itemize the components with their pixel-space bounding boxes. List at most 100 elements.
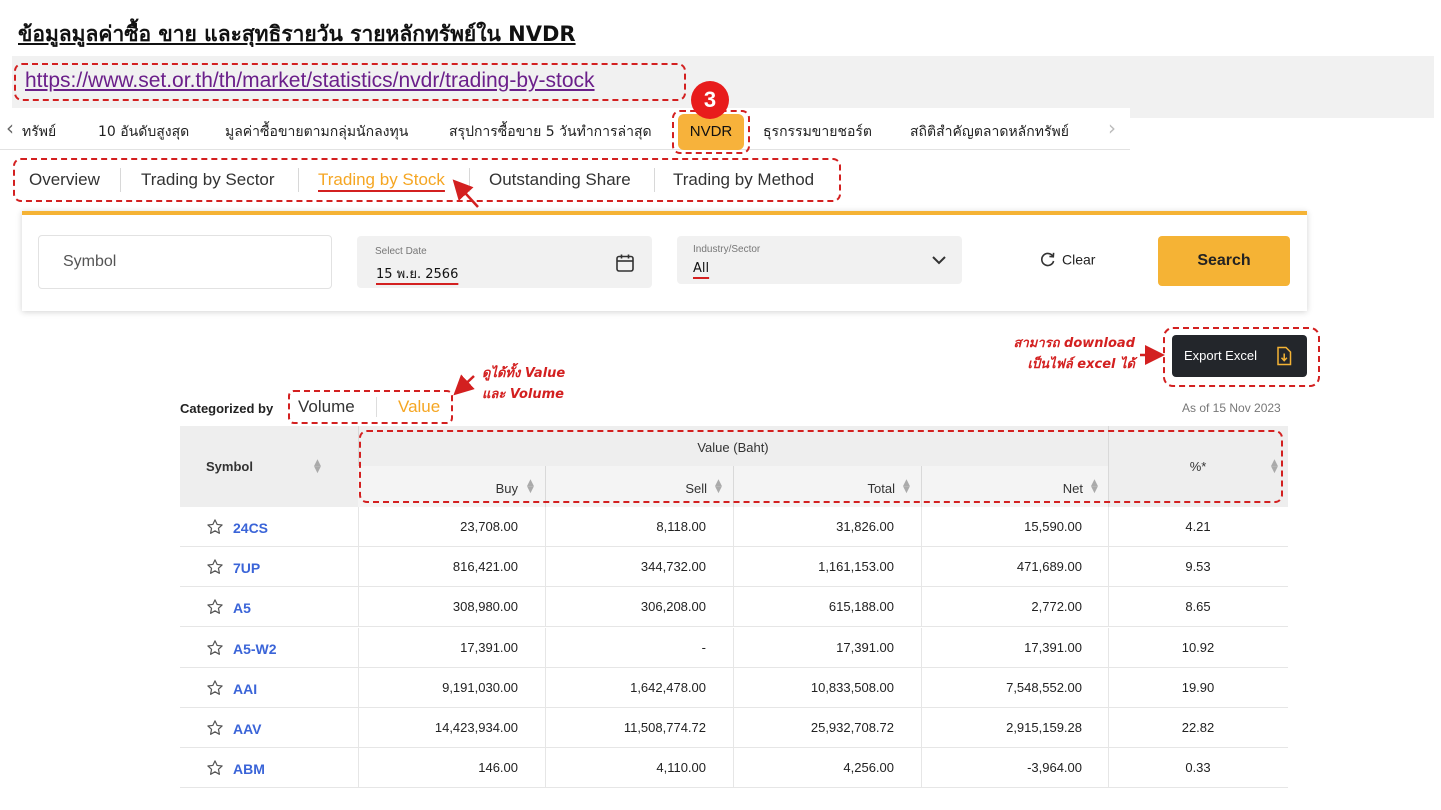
symbol-link[interactable]: 24CS [233,520,268,536]
table-row[interactable]: 24CS 23,708.00 8,118.00 31,826.00 15,590.00 4… [180,507,1288,547]
tab-divider [469,168,470,192]
toggle-volume[interactable]: Volume [298,397,355,417]
star-icon[interactable] [206,679,224,697]
date-picker[interactable]: Select Date 15 พ.ย. 2566 [357,236,652,288]
cell-total: 25,932,708.72 [810,720,894,735]
industry-sector-select[interactable]: Industry/Sector All [677,236,962,284]
tab-trading-by-method[interactable]: Trading by Method [673,170,814,190]
table-row[interactable]: A5 308,980.00 306,208.00 615,188.00 2,772.00… [180,587,1288,628]
symbol-link[interactable]: AAI [233,681,257,697]
menu-item-top-10[interactable]: 10 อันดับสูงสุด [98,121,189,143]
table-row[interactable]: ABM 146.00 4,110.00 4,256.00 -3,964.00 0.33 [180,748,1288,789]
excel-file-icon [1277,346,1292,366]
header-symbol[interactable]: Symbol [206,459,253,474]
chevron-right-icon[interactable]: › [1108,118,1116,138]
cell-sell: 8,118.00 [656,519,706,534]
cell-total: 31,826.00 [836,519,894,534]
cell-sell: 344,732.00 [640,559,706,575]
cell-buy: 816,421.00 [452,559,518,575]
star-icon[interactable] [206,639,224,657]
star-icon[interactable] [206,719,224,737]
step-badge: 3 [691,81,729,119]
symbol-link[interactable]: AAV [233,721,262,737]
tab-overview[interactable]: Overview [29,170,100,190]
cell-sell: 306,208.00 [640,599,706,615]
export-note: สามารถ download เป็นไฟล์ excel ได้ [985,333,1135,375]
cell-buy: 308,980.00 [452,599,518,615]
table-row[interactable]: 7UP 816,421.00 344,732.00 1,161,153.00 471,6… [180,547,1288,588]
value-note-line2: และ Volume [482,387,564,402]
star-icon[interactable] [206,759,224,777]
cell-percent: 9.53 [1185,559,1211,575]
tab-divider [298,168,299,192]
star-icon[interactable] [206,558,224,576]
categorized-label: Categorized by [180,401,274,416]
value-note: ดูได้ทั้ง Value และ Volume [482,363,565,405]
table-row[interactable]: A5-W2 17,391.00 - 17,391.00 17,391.00 10.92 [180,627,1288,668]
value-note-line1: ดูได้ทั้ง Value [482,366,566,381]
cell-percent: 0.33 [1185,760,1211,776]
export-note-line1: สามารถ download [1013,336,1135,351]
cell-net: 471,689.00 [1016,559,1082,575]
cell-buy: 9,191,030.00 [442,679,518,695]
tab-divider [120,168,121,192]
cell-total: 4,256.00 [843,760,894,776]
cell-buy: 23,708.00 [460,519,518,534]
clear-label: Clear [1062,251,1096,268]
toggle-value[interactable]: Value [398,397,440,417]
date-value: 15 พ.ย. 2566 [376,267,459,282]
export-label: Export Excel [1184,348,1257,363]
symbol-link[interactable]: 7UP [233,560,260,576]
chevron-down-icon[interactable] [930,252,948,268]
cell-total: 1,161,153.00 [818,559,894,575]
symbol-link[interactable]: ABM [233,761,265,777]
table-row[interactable]: AAI 9,191,030.00 1,642,478.00 10,833,508.00… [180,667,1288,708]
symbol-input[interactable] [38,235,332,289]
cell-total: 17,391.00 [836,639,894,655]
cell-net: 2,772.00 [1031,599,1082,615]
chevron-left-icon[interactable]: ‹ [6,118,14,138]
industry-label: Industry/Sector [693,244,761,255]
date-label: Select Date [375,246,427,257]
cell-percent: 4.21 [1185,519,1211,534]
value-columns-annotation-box [359,430,1283,503]
cell-buy: 17,391.00 [460,639,518,655]
sort-icon[interactable]: ▲ ▼ [314,459,321,475]
tab-trading-by-stock[interactable]: Trading by Stock [318,170,445,190]
cell-total: 615,188.00 [828,599,894,615]
cell-buy: 14,423,934.00 [434,720,518,735]
calendar-icon[interactable] [615,253,635,273]
menu-item-securities[interactable]: ทรัพย์ [22,121,56,143]
search-button[interactable]: Search [1158,236,1290,286]
cell-net: 17,391.00 [1024,639,1082,655]
star-icon[interactable] [206,598,224,616]
cell-sell: - [701,639,706,655]
cell-percent: 19.90 [1181,679,1215,695]
cell-sell: 11,508,774.72 [623,720,706,735]
tab-divider [654,168,655,192]
cell-total: 10,833,508.00 [810,679,894,695]
cell-net: 2,915,159.28 [1006,720,1082,735]
cell-net: 7,548,552.00 [1006,679,1082,695]
page-title: ข้อมูลมูลค่าซื้อ ขาย และสุทธิรายวัน รายห… [18,22,576,46]
tab-outstanding-share[interactable]: Outstanding Share [489,170,631,190]
symbol-link[interactable]: A5 [233,600,251,616]
clear-button[interactable]: Clear [1040,250,1095,267]
toggle-divider [376,397,377,417]
menu-item-5-day-summary[interactable]: สรุปการซื้อขาย 5 วันทำการล่าสุด [449,121,652,143]
star-icon[interactable] [206,518,224,536]
industry-value: All [693,261,710,276]
symbol-link[interactable]: A5-W2 [233,641,277,657]
menu-item-key-statistics[interactable]: สถิติสำคัญตลาดหลักทรัพย์ [910,121,1069,143]
tab-trading-by-sector[interactable]: Trading by Sector [141,170,275,190]
table-row[interactable]: AAV 14,423,934.00 11,508,774.72 25,932,708.… [180,708,1288,748]
export-note-line2: เป็นไฟล์ excel ได้ [1027,357,1135,372]
menu-item-investor-type[interactable]: มูลค่าซื้อขายตามกลุ่มนักลงทุน [225,121,408,143]
menu-item-short-sales[interactable]: ธุรกรรมขายชอร์ต [763,121,872,143]
cell-percent: 8.65 [1185,599,1211,615]
cell-net: -3,964.00 [1027,760,1082,776]
cell-percent: 10.92 [1181,639,1215,655]
as-of-date: As of 15 Nov 2023 [1182,401,1281,415]
source-url-link[interactable]: https://www.set.or.th/th/market/statisti… [25,69,595,93]
cell-net: 15,590.00 [1024,519,1082,534]
